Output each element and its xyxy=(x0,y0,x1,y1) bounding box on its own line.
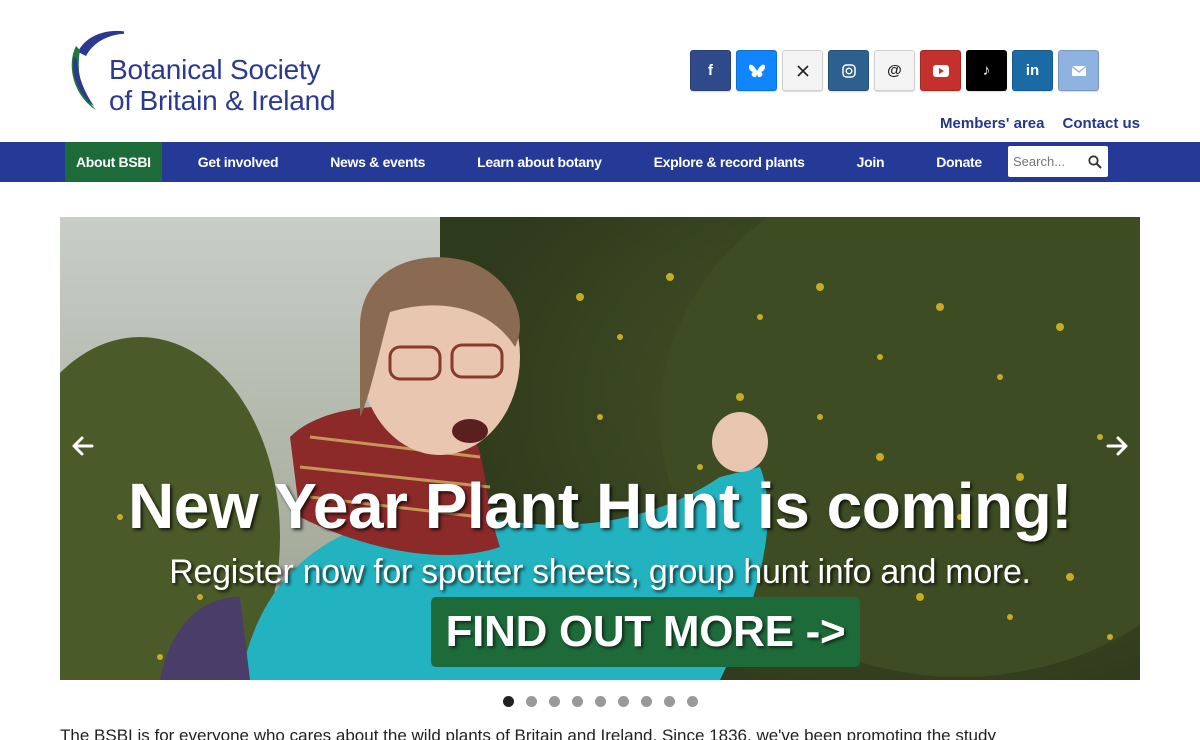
carousel-dot-3[interactable] xyxy=(549,696,560,707)
search-input[interactable] xyxy=(1013,154,1085,169)
carousel-dot-5[interactable] xyxy=(595,696,606,707)
bsbi-logo[interactable]: Botanical Society of Britain & Ireland xyxy=(64,26,364,116)
threads-icon[interactable]: @ xyxy=(874,50,915,91)
carousel-dot-9[interactable] xyxy=(687,696,698,707)
nav-item-join[interactable]: Join xyxy=(831,142,911,182)
nav-item-explore-record[interactable]: Explore & record plants xyxy=(628,142,831,182)
x-icon[interactable] xyxy=(782,50,823,91)
carousel-prev-arrow-icon[interactable] xyxy=(68,431,98,461)
nav-item-learn[interactable]: Learn about botany xyxy=(451,142,628,182)
brand-line-1: Botanical Society xyxy=(109,54,321,85)
carousel-dot-8[interactable] xyxy=(664,696,675,707)
carousel-next-arrow-icon[interactable] xyxy=(1102,431,1132,461)
nav-item-about[interactable]: About BSBI xyxy=(65,142,162,182)
search-icon[interactable] xyxy=(1085,152,1105,172)
youtube-icon[interactable] xyxy=(920,50,961,91)
hero-subtitle: Register now for spotter sheets, group h… xyxy=(169,553,1031,591)
facebook-icon[interactable]: f xyxy=(690,50,731,91)
main-nav: About BSBI Get involved News & events Le… xyxy=(0,142,1200,182)
brand-line-2: of Britain & Ireland xyxy=(109,85,336,116)
members-area-link[interactable]: Members' area xyxy=(940,115,1044,132)
utility-links: Members' area Contact us xyxy=(940,115,1140,132)
search-box xyxy=(1008,146,1108,177)
nav-item-get-involved[interactable]: Get involved xyxy=(172,142,304,182)
find-out-more-button[interactable]: FIND OUT MORE -> xyxy=(431,597,860,667)
hero-carousel: New Year Plant Hunt is coming! Register … xyxy=(60,217,1140,680)
carousel-dot-1[interactable] xyxy=(503,696,514,707)
bluesky-icon[interactable] xyxy=(736,50,777,91)
carousel-dot-6[interactable] xyxy=(618,696,629,707)
tiktok-icon[interactable]: ♪ xyxy=(966,50,1007,91)
hero-title: New Year Plant Hunt is coming! xyxy=(127,470,1073,542)
carousel-dot-2[interactable] xyxy=(526,696,537,707)
linkedin-icon[interactable]: in xyxy=(1012,50,1053,91)
social-links: f @ ♪ in xyxy=(690,50,1099,91)
contact-us-link[interactable]: Contact us xyxy=(1062,115,1140,132)
carousel-dot-4[interactable] xyxy=(572,696,583,707)
carousel-dots xyxy=(503,696,698,707)
carousel-dot-7[interactable] xyxy=(641,696,652,707)
instagram-icon[interactable] xyxy=(828,50,869,91)
email-icon[interactable] xyxy=(1058,50,1099,91)
nav-item-donate[interactable]: Donate xyxy=(910,142,1008,182)
nav-item-news-events[interactable]: News & events xyxy=(304,142,451,182)
intro-paragraph: The BSBI is for everyone who cares about… xyxy=(60,726,996,740)
